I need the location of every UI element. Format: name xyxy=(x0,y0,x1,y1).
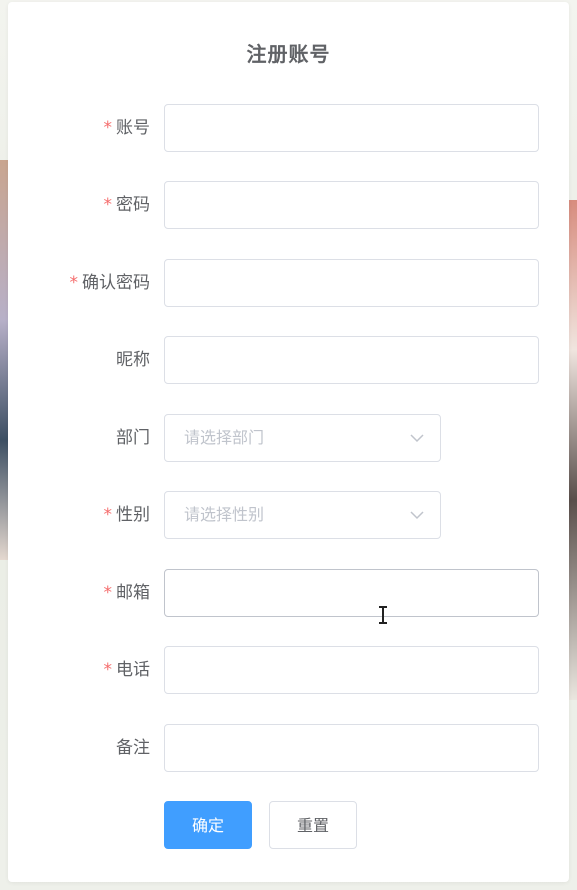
remark-input-box xyxy=(164,724,539,772)
label-text: 确认密码 xyxy=(82,273,150,293)
form-row-phone: * 电话 xyxy=(8,646,569,694)
form-label-password: * 密码 xyxy=(104,181,151,229)
required-mark: * xyxy=(103,583,113,603)
required-mark: * xyxy=(103,118,113,138)
form-row-email: * 邮箱 xyxy=(8,569,569,617)
form-row-remark: 备注 xyxy=(8,724,569,772)
form-label-nickname: 昵称 xyxy=(116,336,150,384)
form-row-account: * 账号 xyxy=(8,104,569,152)
account-input-box xyxy=(164,104,539,152)
label-text: 电话 xyxy=(116,660,150,680)
label-text: 密码 xyxy=(116,195,150,215)
form-row-department: 部门 请选择部门 xyxy=(8,414,569,462)
form-row-password: * 密码 xyxy=(8,181,569,229)
form-label-phone: * 电话 xyxy=(104,646,151,694)
form-label-email: * 邮箱 xyxy=(104,569,151,617)
remark-input[interactable] xyxy=(165,725,538,771)
register-form-card: 注册账号 * 账号 * 密码 * 确认密码 昵称 部门 请选择部门 * 性别 请… xyxy=(8,2,569,882)
form-label-account: * 账号 xyxy=(104,104,151,152)
label-text: 备注 xyxy=(116,738,150,758)
chevron-down-icon xyxy=(410,434,424,443)
form-label-gender: * 性别 xyxy=(104,491,151,539)
label-text: 邮箱 xyxy=(116,583,150,603)
password-input[interactable] xyxy=(165,182,538,228)
form-label-remark: 备注 xyxy=(116,724,150,772)
confirm-password-input-box xyxy=(164,259,539,307)
text-cursor-icon xyxy=(379,606,387,624)
email-input[interactable] xyxy=(165,570,538,616)
gender-select-placeholder: 请选择性别 xyxy=(184,505,265,524)
form-row-gender: * 性别 请选择性别 xyxy=(8,491,569,539)
label-text: 部门 xyxy=(116,428,150,448)
form-label-confirm-password: * 确认密码 xyxy=(70,259,151,307)
label-text: 昵称 xyxy=(116,350,150,370)
form-row-nickname: 昵称 xyxy=(8,336,569,384)
department-select[interactable]: 请选择部门 xyxy=(164,414,441,462)
label-text: 性别 xyxy=(116,505,150,525)
nickname-input-box xyxy=(164,336,539,384)
form-row-confirm-password: * 确认密码 xyxy=(8,259,569,307)
nickname-input[interactable] xyxy=(165,337,538,383)
gender-select[interactable]: 请选择性别 xyxy=(164,491,441,539)
phone-input[interactable] xyxy=(165,647,538,693)
label-text: 账号 xyxy=(116,118,150,138)
required-mark: * xyxy=(69,273,79,293)
required-mark: * xyxy=(103,660,113,680)
chevron-down-icon xyxy=(410,511,424,520)
email-input-box xyxy=(164,569,539,617)
department-select-placeholder: 请选择部门 xyxy=(184,428,265,447)
confirm-button[interactable]: 确定 xyxy=(164,801,252,849)
confirm-password-input[interactable] xyxy=(165,260,538,306)
password-input-box xyxy=(164,181,539,229)
form-title: 注册账号 xyxy=(246,42,331,66)
required-mark: * xyxy=(103,195,113,215)
account-input[interactable] xyxy=(165,105,538,151)
required-mark: * xyxy=(103,505,113,525)
phone-input-box xyxy=(164,646,539,694)
reset-button[interactable]: 重置 xyxy=(269,801,357,849)
form-label-department: 部门 xyxy=(116,414,150,462)
